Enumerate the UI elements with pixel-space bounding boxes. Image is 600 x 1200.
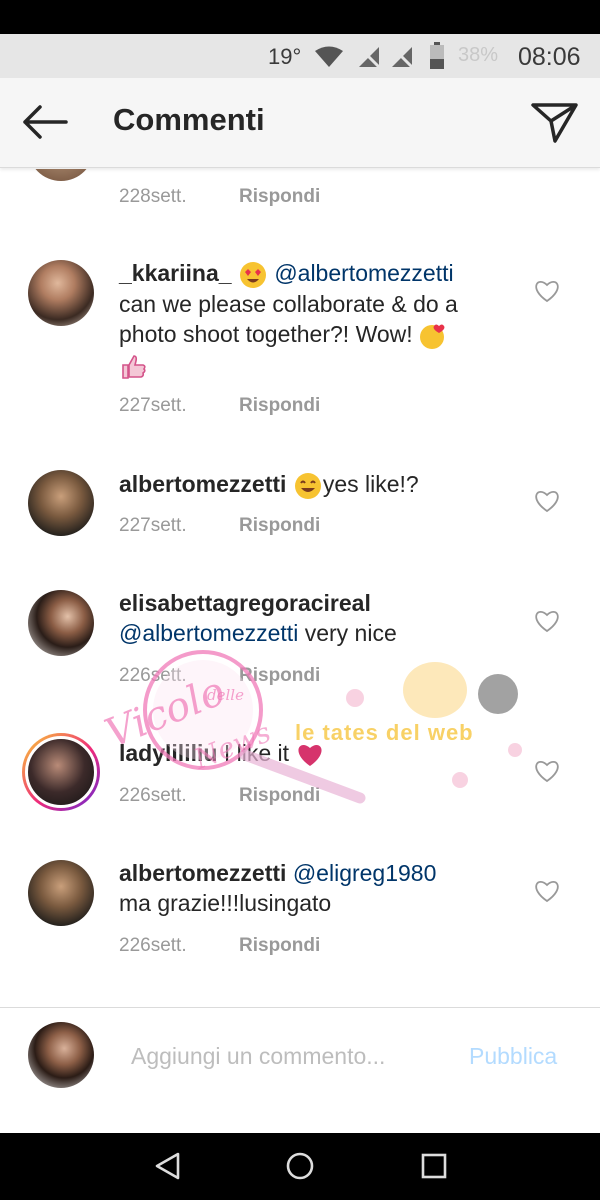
status-bar: 19° 38% 08:06 — [0, 34, 600, 78]
comment-text: I like it — [223, 740, 289, 766]
comment-time: 226sett. — [119, 665, 187, 686]
comments-list: 228sett. Rispondi _kkariina_ @albertomez… — [0, 169, 600, 1007]
smiling-emoji-icon — [294, 472, 321, 499]
home-circle-icon[interactable] — [285, 1151, 315, 1181]
comment-time: 228sett. — [119, 186, 187, 207]
pink-heart-emoji-icon — [298, 744, 322, 766]
heart-icon[interactable] — [534, 489, 560, 513]
avatar[interactable] — [22, 733, 100, 811]
mention-link[interactable]: @albertomezzetti — [274, 260, 453, 286]
reply-button[interactable]: Rispondi — [239, 665, 320, 687]
avatar[interactable] — [28, 260, 94, 326]
heart-icon[interactable] — [534, 279, 560, 303]
comment-text: yes like!? — [322, 471, 419, 497]
comment-text-line: photo shoot together?! Wow! — [119, 320, 413, 347]
app-header: Commenti — [0, 78, 600, 168]
no-signal-icon — [391, 46, 414, 69]
comment-time: 227sett. — [119, 395, 187, 416]
comment-composer: Aggiungi un commento... Pubblica — [0, 1007, 600, 1133]
comment-username[interactable]: albertomezzetti — [119, 471, 286, 497]
heart-icon[interactable] — [534, 609, 560, 633]
comment-time: 227sett. — [119, 515, 187, 536]
mention-link[interactable]: @eligreg1980 — [293, 860, 437, 886]
temperature: 19° — [268, 44, 302, 69]
screen: 19° 38% 08:06 Commenti 228sett. Rispondi… — [0, 0, 600, 1200]
avatar[interactable] — [28, 590, 94, 656]
battery-icon — [430, 42, 444, 69]
comment-input[interactable]: Aggiungi un commento... — [131, 1043, 385, 1070]
clock: 08:06 — [518, 43, 581, 71]
arrow-left-icon[interactable] — [20, 104, 70, 140]
comment-text: ma grazie!!!lusingato — [119, 890, 332, 916]
heart-icon[interactable] — [534, 759, 560, 783]
kiss-emoji-icon — [420, 324, 445, 349]
reply-button[interactable]: Rispondi — [239, 186, 320, 208]
comment-time: 226sett. — [119, 785, 187, 806]
reply-button[interactable]: Rispondi — [239, 395, 320, 417]
comment-username[interactable]: albertomezzetti — [119, 860, 286, 886]
avatar[interactable] — [28, 169, 94, 181]
paper-plane-icon[interactable] — [530, 100, 580, 144]
comment-username[interactable]: elisabettagregoracireal — [119, 590, 371, 616]
back-triangle-icon[interactable] — [154, 1151, 182, 1181]
top-strip — [0, 0, 600, 34]
avatar[interactable] — [28, 860, 94, 926]
recents-square-icon[interactable] — [420, 1151, 448, 1181]
comment-time: 226sett. — [119, 935, 187, 956]
reply-button[interactable]: Rispondi — [239, 935, 320, 957]
reply-button[interactable]: Rispondi — [239, 515, 320, 537]
comment-text-line: can we please collaborate & do a — [119, 290, 458, 317]
comment-username[interactable]: ladylililiu — [119, 740, 217, 766]
avatar — [28, 1022, 94, 1088]
system-nav-bar — [0, 1133, 600, 1200]
no-signal-icon — [358, 46, 381, 69]
comment-username[interactable]: _kkariina_ — [119, 260, 232, 286]
publish-button[interactable]: Pubblica — [469, 1043, 557, 1070]
heart-eyes-emoji-icon — [239, 261, 266, 288]
battery-percent: 38% — [458, 44, 499, 66]
mention-link[interactable]: @albertomezzetti — [119, 620, 298, 646]
page-title: Commenti — [113, 102, 265, 137]
avatar[interactable] — [28, 470, 94, 536]
wifi-icon — [315, 46, 343, 67]
heart-icon[interactable] — [534, 879, 560, 903]
comment-text: very nice — [304, 620, 397, 646]
thumbs-up-emoji-icon — [122, 354, 146, 379]
reply-button[interactable]: Rispondi — [239, 785, 320, 807]
